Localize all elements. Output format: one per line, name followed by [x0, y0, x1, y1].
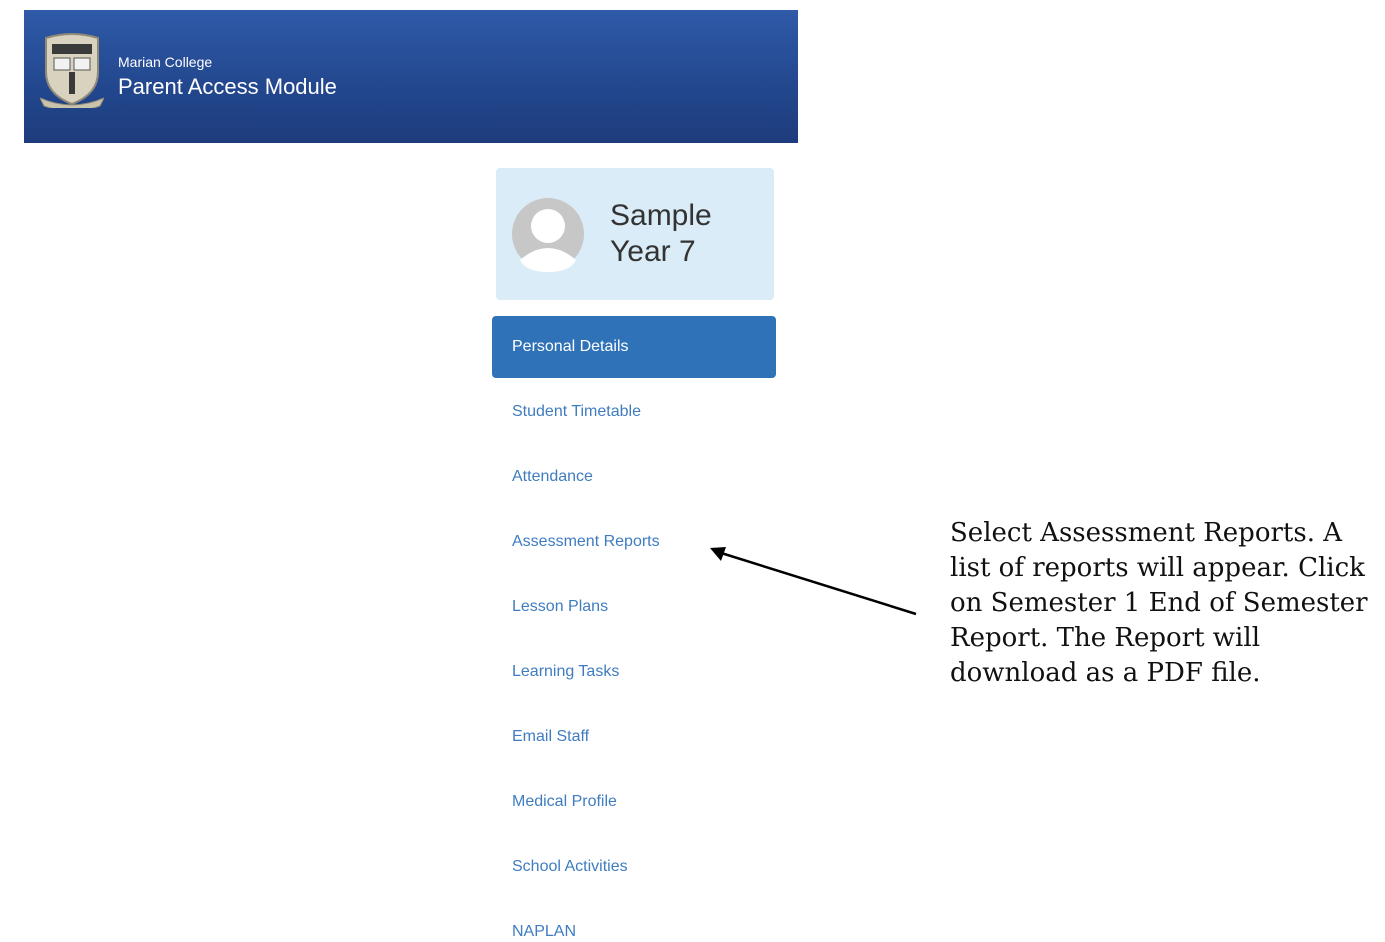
nav-item-school-activities[interactable]: School Activities — [492, 836, 776, 898]
college-name: Marian College — [118, 54, 213, 70]
page: Marian College Parent Access Module Samp… — [0, 0, 1385, 942]
annotation-arrow-icon — [710, 547, 917, 616]
app-header: Marian College Parent Access Module — [24, 10, 798, 143]
instruction-text: Select Assessment Reports. A list of rep… — [950, 518, 1368, 688]
nav-item-student-timetable[interactable]: Student Timetable — [492, 381, 776, 443]
student-name: Sample Year 7 — [610, 198, 712, 270]
nav-item-personal-details[interactable]: Personal Details — [492, 316, 776, 378]
college-crest-icon — [40, 33, 104, 108]
nav-item-email-staff[interactable]: Email Staff — [492, 706, 776, 768]
nav-item-attendance[interactable]: Attendance — [492, 446, 776, 508]
student-year-line: Year 7 — [610, 235, 696, 268]
student-card: Sample Year 7 — [496, 168, 774, 300]
nav-item-medical-profile[interactable]: Medical Profile — [492, 771, 776, 833]
nav-item-learning-tasks[interactable]: Learning Tasks — [492, 641, 776, 703]
module-title: Parent Access Module — [118, 74, 337, 99]
nav-item-naplan[interactable]: NAPLAN — [492, 901, 776, 942]
student-name-line1: Sample — [610, 199, 712, 232]
avatar-icon — [512, 198, 584, 272]
